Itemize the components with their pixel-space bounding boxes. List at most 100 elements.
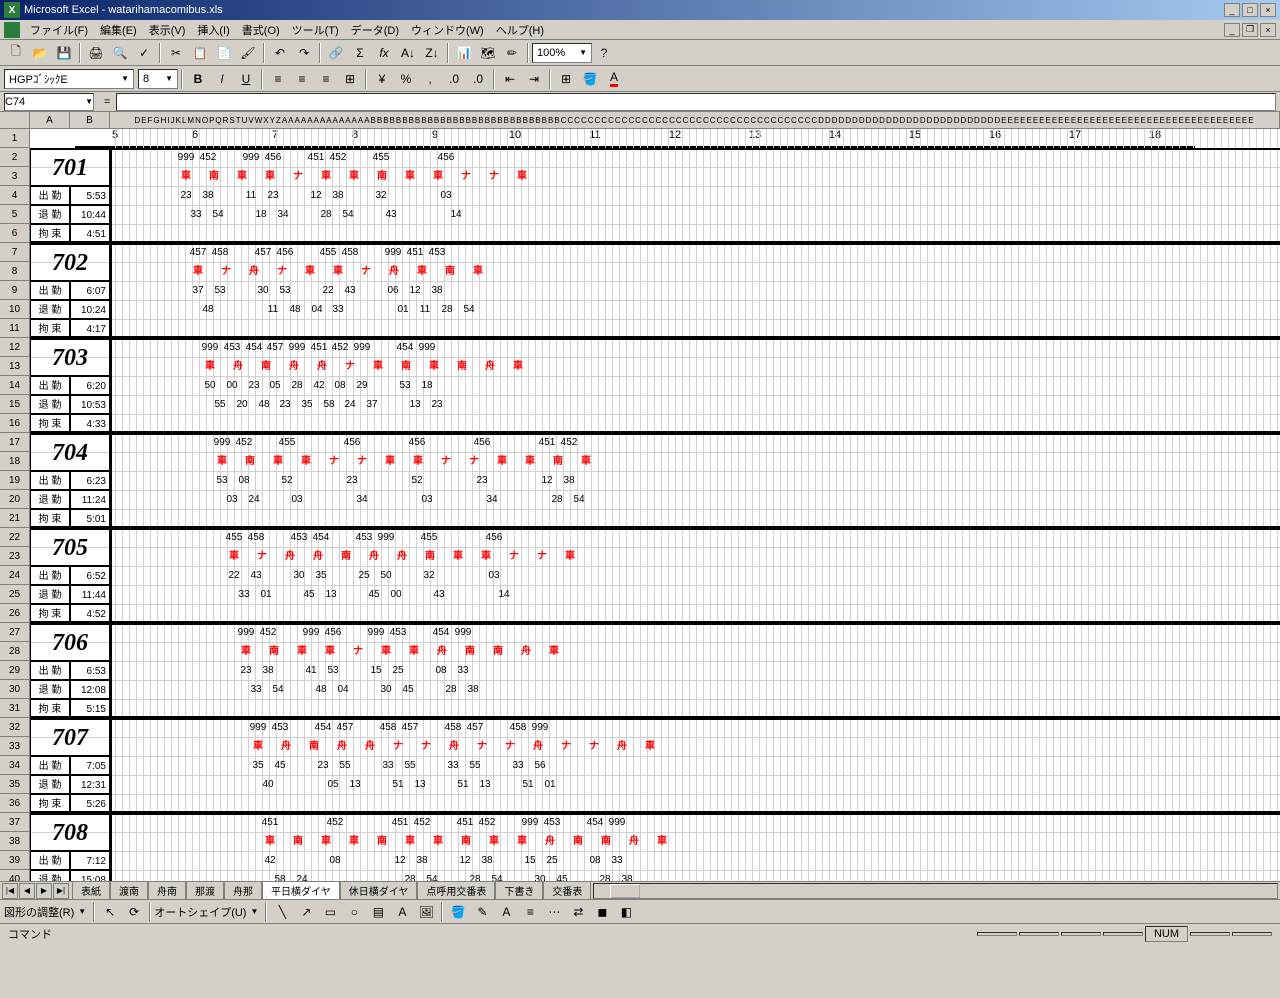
tab-koban[interactable]: 交番表 <box>543 882 591 900</box>
percent-button[interactable]: % <box>395 68 417 90</box>
3d-button[interactable]: ◧ <box>615 901 637 923</box>
redo-button[interactable]: ↷ <box>293 42 315 64</box>
col-a[interactable]: A <box>30 112 70 128</box>
tab-hyoshi[interactable]: 表紙 <box>72 882 110 900</box>
copy-button[interactable]: 📋 <box>189 42 211 64</box>
row-header[interactable]: 36 <box>0 794 29 813</box>
row-header[interactable]: 13 <box>0 357 29 376</box>
row-header[interactable]: 30 <box>0 680 29 699</box>
row-header[interactable]: 6 <box>0 224 29 243</box>
font-name-box[interactable]: HGPｺﾞｼｯｸE▼ <box>4 69 134 89</box>
fill-color-button[interactable]: 🪣 <box>579 68 601 90</box>
row-header[interactable]: 1 <box>0 129 29 148</box>
tab-tonan[interactable]: 渡南 <box>110 882 148 900</box>
undo-button[interactable]: ↶ <box>269 42 291 64</box>
zoom-box[interactable]: 100%▼ <box>532 43 592 63</box>
function-button[interactable]: fx <box>373 42 395 64</box>
row-header[interactable]: 22 <box>0 528 29 547</box>
close-button[interactable]: × <box>1260 3 1276 17</box>
menu-data[interactable]: データ(D) <box>345 20 405 40</box>
open-button[interactable]: 📂 <box>29 42 51 64</box>
row-header[interactable]: 19 <box>0 471 29 490</box>
font-color-button[interactable]: A <box>603 68 625 90</box>
row-header[interactable]: 17 <box>0 433 29 452</box>
row-header[interactable]: 12 <box>0 338 29 357</box>
sort-asc-button[interactable]: A↓ <box>397 42 419 64</box>
row-header[interactable]: 10 <box>0 300 29 319</box>
row-header[interactable]: 5 <box>0 205 29 224</box>
row-header[interactable]: 2 <box>0 148 29 167</box>
row-header[interactable]: 23 <box>0 547 29 566</box>
merge-button[interactable]: ⊞ <box>339 68 361 90</box>
row-header[interactable]: 7 <box>0 243 29 262</box>
dec-decimal-button[interactable]: .0 <box>467 68 489 90</box>
print-button[interactable]: 🖨 <box>85 42 107 64</box>
row-header[interactable]: 31 <box>0 699 29 718</box>
row-header[interactable]: 32 <box>0 718 29 737</box>
tab-shitagaki[interactable]: 下書き <box>495 882 543 900</box>
format-painter-button[interactable]: 🖌 <box>237 42 259 64</box>
align-right-button[interactable]: ≡ <box>315 68 337 90</box>
autoshape-menu[interactable]: オートシェイプ(U) <box>154 904 246 920</box>
menu-tools[interactable]: ツール(T) <box>286 20 345 40</box>
row-header[interactable]: 20 <box>0 490 29 509</box>
font-color-button2[interactable]: A <box>495 901 517 923</box>
doc-restore-button[interactable]: ❐ <box>1242 23 1258 37</box>
row-header[interactable]: 27 <box>0 623 29 642</box>
row-header[interactable]: 14 <box>0 376 29 395</box>
menu-insert[interactable]: 挿入(I) <box>191 20 235 40</box>
inc-decimal-button[interactable]: .0 <box>443 68 465 90</box>
menu-window[interactable]: ウィンドウ(W) <box>405 20 490 40</box>
row-header[interactable]: 28 <box>0 642 29 661</box>
font-size-box[interactable]: 8▼ <box>138 69 178 89</box>
chart-button[interactable]: 📊 <box>453 42 475 64</box>
row-header[interactable]: 11 <box>0 319 29 338</box>
row-header[interactable]: 35 <box>0 775 29 794</box>
tab-last-button[interactable]: ▶| <box>53 883 69 899</box>
preview-button[interactable]: 🔍 <box>109 42 131 64</box>
tab-prev-button[interactable]: ◀ <box>19 883 35 899</box>
fill-button[interactable]: 🪣 <box>447 901 469 923</box>
row-header[interactable]: 38 <box>0 832 29 851</box>
tab-next-button[interactable]: ▶ <box>36 883 52 899</box>
line-button[interactable]: ╲ <box>271 901 293 923</box>
rotate-button[interactable]: ⟳ <box>123 901 145 923</box>
align-left-button[interactable]: ≡ <box>267 68 289 90</box>
comma-button[interactable]: , <box>419 68 441 90</box>
new-button[interactable]: 🗋 <box>5 42 27 64</box>
borders-button[interactable]: ⊞ <box>555 68 577 90</box>
textbox-button[interactable]: ▤ <box>367 901 389 923</box>
dec-indent-button[interactable]: ⇤ <box>499 68 521 90</box>
arrow-style-button[interactable]: ⇄ <box>567 901 589 923</box>
row-header[interactable]: 26 <box>0 604 29 623</box>
menu-format[interactable]: 書式(O) <box>236 20 286 40</box>
row-header[interactable]: 18 <box>0 452 29 471</box>
row-header[interactable]: 16 <box>0 414 29 433</box>
menu-view[interactable]: 表示(V) <box>143 20 192 40</box>
doc-minimize-button[interactable]: _ <box>1224 23 1240 37</box>
bold-button[interactable]: B <box>187 68 209 90</box>
line-color-button[interactable]: ✎ <box>471 901 493 923</box>
cut-button[interactable]: ✂ <box>165 42 187 64</box>
select-objects-button[interactable]: ↖ <box>99 901 121 923</box>
menu-file[interactable]: ファイル(F) <box>24 20 94 40</box>
tab-funan[interactable]: 舟南 <box>148 882 186 900</box>
tab-heijitsu[interactable]: 平日横ダイヤ <box>262 882 340 900</box>
inc-indent-button[interactable]: ⇥ <box>523 68 545 90</box>
tab-funana[interactable]: 舟那 <box>224 882 262 900</box>
currency-button[interactable]: ¥ <box>371 68 393 90</box>
map-button[interactable]: 🗺 <box>477 42 499 64</box>
hyperlink-button[interactable]: 🔗 <box>325 42 347 64</box>
row-header[interactable]: 34 <box>0 756 29 775</box>
maximize-button[interactable]: □ <box>1242 3 1258 17</box>
drawing-button[interactable]: ✏ <box>501 42 523 64</box>
worksheet-grid[interactable]: A B DEFGHIJKLMNOPQRSTUVWXYZAAAAAAAAAAAAA… <box>0 112 1280 882</box>
save-button[interactable]: 💾 <box>53 42 75 64</box>
autosum-button[interactable]: Σ <box>349 42 371 64</box>
row-header[interactable]: 37 <box>0 813 29 832</box>
col-small[interactable]: DEFGHIJKLMNOPQRSTUVWXYZAAAAAAAAAAAAAABBB… <box>110 112 1280 128</box>
row-header[interactable]: 15 <box>0 395 29 414</box>
row-header[interactable]: 8 <box>0 262 29 281</box>
select-all-corner[interactable] <box>0 112 30 128</box>
doc-close-button[interactable]: × <box>1260 23 1276 37</box>
